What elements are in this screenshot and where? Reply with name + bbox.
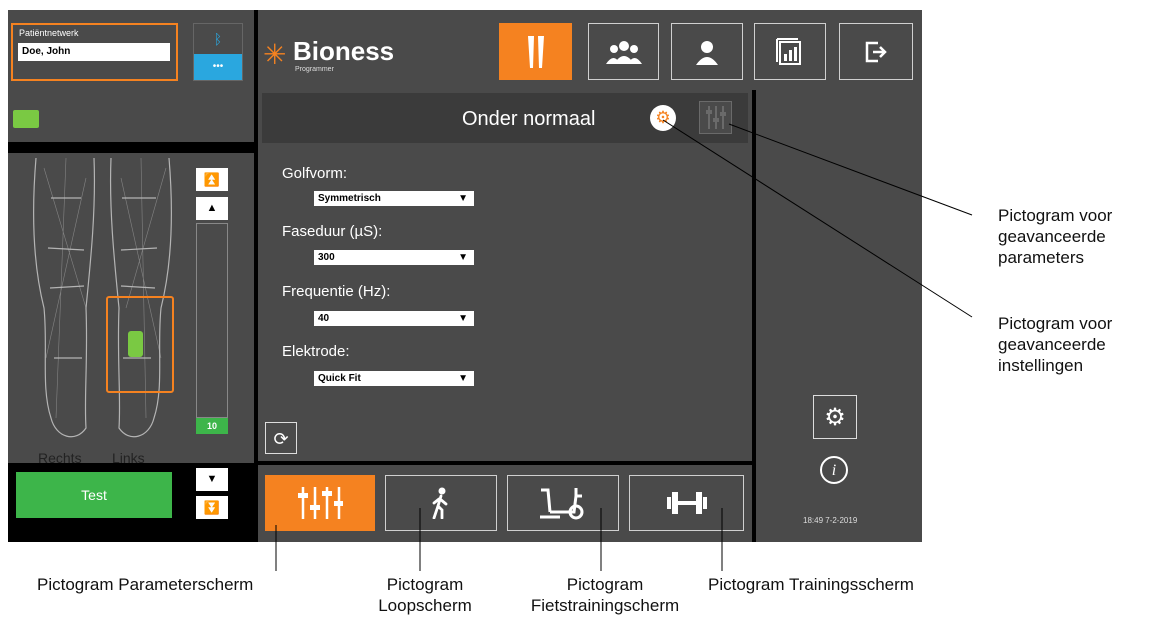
callout-training-screen: Pictogram Trainingsscherm bbox=[708, 575, 914, 594]
callout-line-advanced-parameters bbox=[728, 123, 973, 216]
callout-walk-line2: Loopscherm bbox=[378, 596, 472, 615]
callout-advanced-settings: Pictogram voor geavanceerde instellingen bbox=[998, 314, 1113, 375]
callout-lines bbox=[275, 119, 973, 571]
callout-bike-screen: Pictogram Fietstrainingscherm bbox=[520, 574, 690, 616]
callout-parameter-screen: Pictogram Parameterscherm bbox=[37, 575, 254, 594]
callout-bike-line2: Fietstrainingscherm bbox=[530, 596, 680, 615]
callout-line-advanced-settings bbox=[662, 119, 973, 318]
callout-advanced-parameters: Pictogram voor geavanceerde parameters bbox=[998, 206, 1113, 267]
callout-walk-screen: Pictogram Loopscherm bbox=[360, 574, 490, 616]
callout-bike-line1: Pictogram bbox=[566, 575, 644, 594]
callout-walk-line1: Pictogram bbox=[386, 575, 464, 594]
